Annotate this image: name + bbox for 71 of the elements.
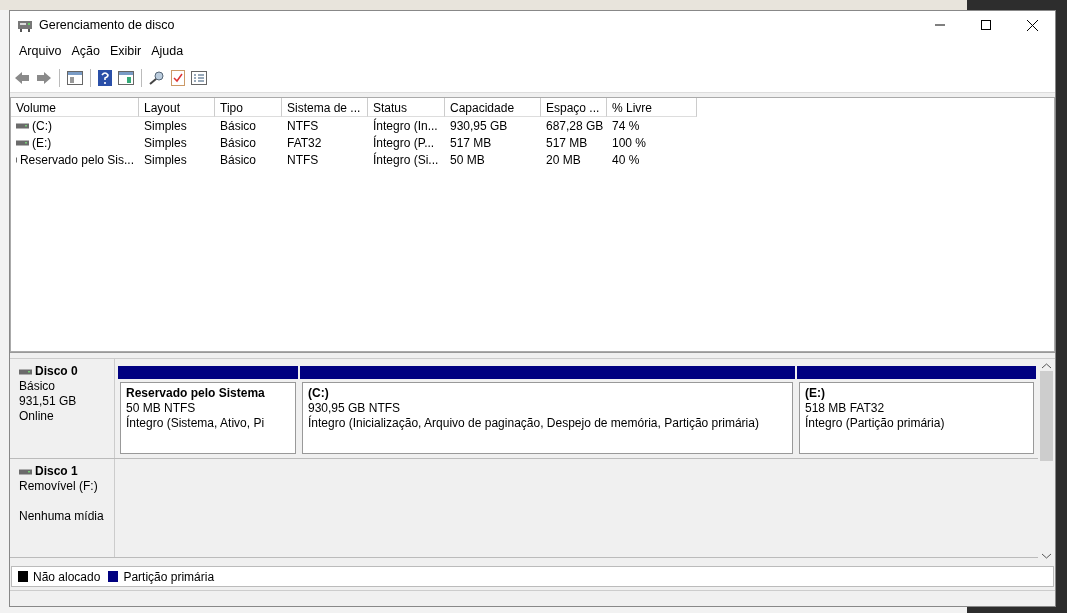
- table-cell-text: Básico: [219, 152, 258, 168]
- table-cell-text: 20 MB: [545, 152, 582, 168]
- column-header[interactable]: Tipo: [215, 98, 282, 117]
- table-cell-text: Íntegro (P...: [372, 134, 436, 151]
- table-cell-text: Íntegro (Si...: [372, 151, 440, 168]
- checklist-icon[interactable]: [170, 68, 186, 87]
- window-title: Gerenciamento de disco: [39, 16, 175, 34]
- table-cell-text: (C:): [32, 117, 52, 135]
- table-cell-text: 100 %: [611, 135, 648, 151]
- table-cell-text: NTFS: [286, 152, 320, 168]
- list-icon[interactable]: [190, 69, 208, 86]
- partition-name: (C:): [308, 386, 329, 401]
- legend-label: Partição primária: [123, 568, 215, 586]
- table-cell-text: NTFS: [286, 118, 320, 134]
- help-icon[interactable]: [97, 68, 113, 87]
- menu-item[interactable]: Exibir: [104, 39, 147, 63]
- disk-name: Disco 1: [35, 464, 78, 479]
- table-cell-text: 40 %: [611, 152, 641, 168]
- table-cell-text: Simples: [143, 118, 188, 134]
- table-cell-text: Simples: [143, 152, 188, 168]
- table-cell-text: 517 MB: [449, 135, 493, 151]
- column-header[interactable]: Volume: [11, 98, 139, 117]
- table-cell-text: 74 %: [611, 118, 641, 134]
- column-header[interactable]: Capacidade: [445, 98, 541, 117]
- disk-info: Nenhuma mídia: [19, 509, 105, 524]
- scroll-down-icon: [1042, 553, 1051, 559]
- disk-info: 931,51 GB: [19, 394, 78, 409]
- partition-name: Reservado pelo Sistema: [126, 386, 265, 401]
- column-header[interactable]: Layout: [139, 98, 215, 117]
- maximize-icon: [981, 20, 991, 30]
- table-cell-text: Básico: [219, 118, 258, 134]
- table-cell-text: 930,95 GB: [449, 118, 509, 134]
- table-cell-text: Íntegro (In...: [372, 117, 439, 134]
- partition-block[interactable]: Reservado pelo Sistema 50 MB NTFS Íntegro (Sistema, Ativo, Pi: [120, 382, 296, 454]
- scroll-up-icon: [1042, 363, 1051, 369]
- disk-info: Removível (F:): [19, 479, 99, 494]
- legend-label: Não alocado: [33, 568, 101, 586]
- partition-name: (E:): [805, 386, 825, 401]
- menu-item[interactable]: Arquivo: [14, 39, 67, 63]
- partition-size: 930,95 GB NTFS: [308, 401, 401, 415]
- table-cell-text: FAT32: [286, 135, 323, 151]
- table-cell-text: Básico: [219, 135, 258, 151]
- menu-item[interactable]: Ação: [66, 39, 105, 63]
- menu-item[interactable]: Ajuda: [146, 39, 189, 63]
- disk-name: Disco 0: [35, 364, 78, 379]
- partition-block[interactable]: (E:) 518 MB FAT32 Íntegro (Partição primária): [799, 382, 1034, 454]
- partition-status: Íntegro (Inicialização, Arquivo de paginação, Despejo de memória, Partição primária): [308, 416, 759, 431]
- connect-icon[interactable]: [148, 69, 166, 86]
- partition-status: Íntegro (Sistema, Ativo, Pi: [126, 416, 265, 431]
- panel-icon[interactable]: [66, 69, 84, 86]
- panel-icon[interactable]: [117, 69, 135, 86]
- forward-button[interactable]: [35, 69, 53, 86]
- column-header[interactable]: Sistema de ...: [282, 98, 368, 117]
- column-header[interactable]: Status: [368, 98, 445, 117]
- table-cell-text: Simples: [143, 135, 188, 151]
- partition-block[interactable]: (C:) 930,95 GB NTFS Íntegro (Inicialização, Arquivo de paginação, Despejo de memória, Partição primária): [302, 382, 793, 454]
- disk-info: Online: [19, 409, 55, 424]
- table-cell-text: Reservado pelo Sis...: [19, 151, 134, 169]
- table-cell-text: (E:): [32, 134, 52, 152]
- partition-status: Íntegro (Partição primária): [805, 416, 945, 431]
- column-header[interactable]: % Livre: [607, 98, 697, 117]
- disk-info: Básico: [19, 379, 57, 394]
- table-cell-text: 687,28 GB: [545, 118, 605, 134]
- back-button[interactable]: [13, 69, 31, 86]
- partition-size: 50 MB NTFS: [126, 401, 196, 415]
- table-cell-text: 50 MB: [449, 152, 486, 168]
- partition-size: 518 MB FAT32: [805, 401, 885, 415]
- close-icon: [1026, 19, 1038, 31]
- table-cell-text: 517 MB: [545, 135, 589, 151]
- disk-management-icon: [17, 18, 33, 32]
- column-header[interactable]: Espaço ...: [541, 98, 607, 117]
